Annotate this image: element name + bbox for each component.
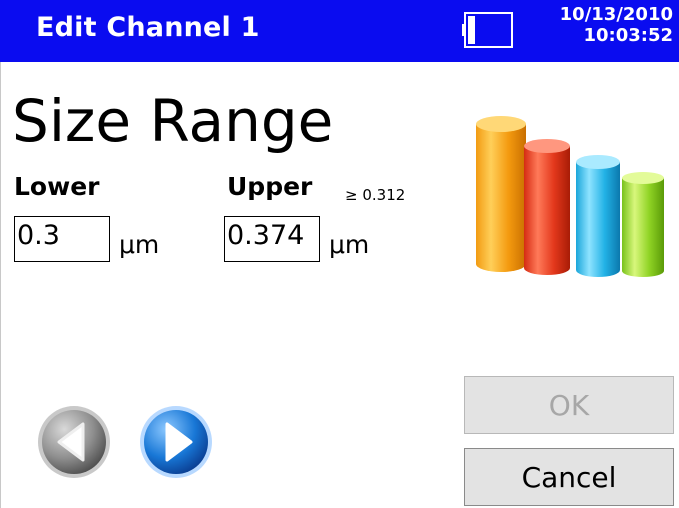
upper-unit: μm [329, 230, 370, 259]
date-time: 10/13/2010 10:03:52 [560, 4, 673, 46]
arrow-left-circle-icon[interactable] [36, 404, 112, 480]
lower-label: Lower [14, 172, 100, 201]
upper-input[interactable]: 0.374 [224, 216, 320, 262]
ok-button[interactable]: OK [464, 376, 674, 434]
upper-label: Upper [227, 172, 313, 201]
arrow-right-circle-icon[interactable] [138, 404, 214, 480]
battery-icon [462, 12, 513, 48]
upper-minimum-hint: ≥ 0.312 [345, 186, 406, 204]
title-bar: Edit Channel 1 10/13/2010 10:03:52 [0, 0, 679, 62]
cancel-button[interactable]: Cancel [464, 448, 674, 506]
lower-input[interactable]: 0.3 [14, 216, 110, 262]
screen-edge [0, 62, 1, 508]
window-title: Edit Channel 1 [36, 12, 260, 43]
lower-unit: μm [119, 230, 160, 259]
time-text: 10:03:52 [583, 25, 673, 46]
date-text: 10/13/2010 [559, 4, 673, 25]
bar-chart-icon [476, 116, 664, 277]
page-heading: Size Range [12, 87, 334, 155]
